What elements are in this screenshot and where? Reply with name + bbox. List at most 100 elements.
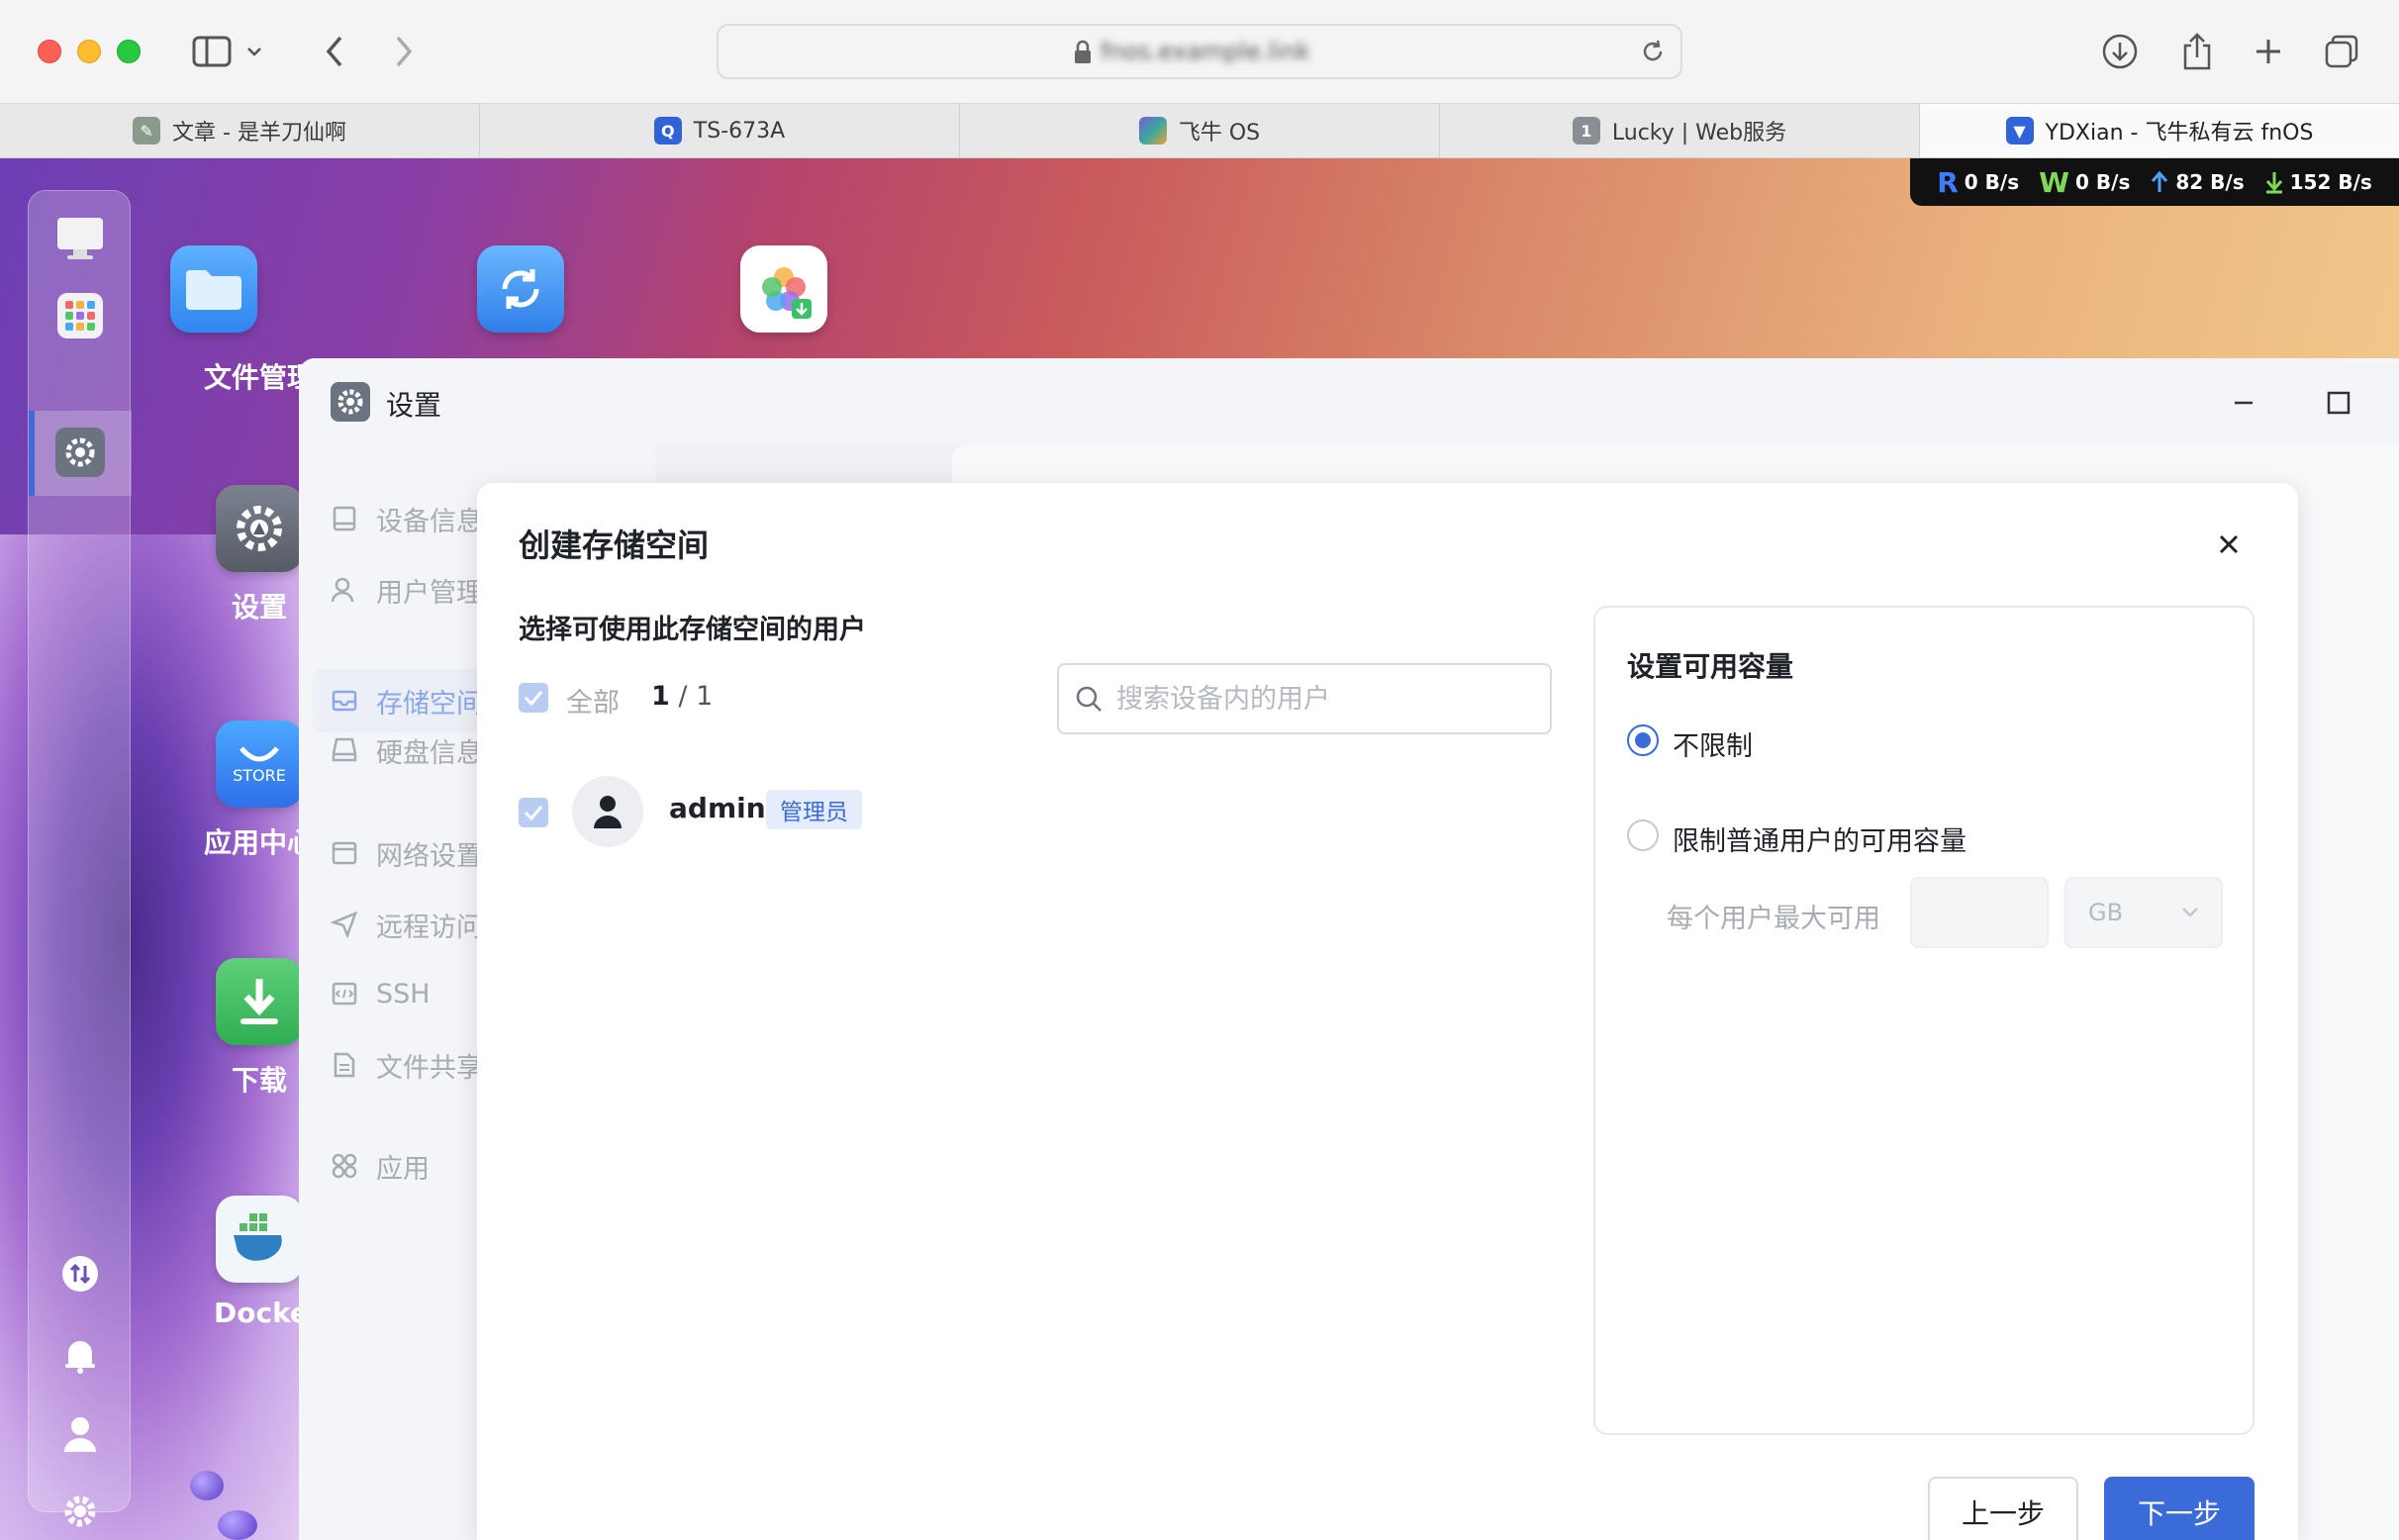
limit-radio[interactable]: [1627, 819, 1659, 851]
photos-icon: [740, 245, 827, 333]
transfer-icon[interactable]: [54, 1248, 106, 1299]
sidebar-item-users[interactable]: 用户管理: [331, 566, 483, 614]
tab-ydxian[interactable]: ▼ YDXian - 飞牛私有云 fnOS: [1920, 104, 2399, 157]
sidebar-item-apps[interactable]: 应用: [331, 1142, 430, 1190]
tab-ts673a[interactable]: Q TS-673A: [480, 104, 960, 157]
sidebar-item-file-share[interactable]: 文件共享: [331, 1041, 483, 1089]
sidebar-item-ssh[interactable]: SSH: [331, 970, 431, 1017]
maximize-icon[interactable]: [2324, 388, 2353, 424]
folder-icon: [170, 245, 257, 333]
sidebar-item-label: 文件共享: [376, 1052, 483, 1084]
share-icon[interactable]: [2169, 24, 2225, 79]
user-account-icon[interactable]: [54, 1408, 106, 1460]
tab-overview-icon[interactable]: [2314, 24, 2369, 79]
write-label: W: [2039, 165, 2070, 199]
store-text: STORE: [233, 765, 286, 785]
device-icon: [333, 506, 356, 531]
select-all-checkbox[interactable]: [519, 683, 548, 713]
write-speed: 0 B/s: [2075, 170, 2131, 194]
avatar: [572, 776, 643, 847]
users-section-title: 选择可使用此存储空间的用户: [519, 615, 866, 645]
tab-label: 文章 - 是羊刀仙啊: [172, 121, 346, 145]
unit-value: GB: [2088, 899, 2124, 926]
person-icon: [594, 796, 622, 828]
qnap-favicon: Q: [653, 117, 682, 144]
window-title: 设置: [386, 389, 442, 422]
launcher-grid-icon[interactable]: [54, 290, 106, 341]
ssh-icon: [332, 982, 357, 1006]
address-bar[interactable]: fnos.example.link: [717, 24, 1682, 79]
tab-lucky[interactable]: 1 Lucky | Web服务: [1440, 104, 1920, 157]
sidebar-item-remote[interactable]: 远程访问: [331, 901, 483, 948]
app-photos-icon[interactable]: [734, 245, 833, 346]
selection-count: 1 / 1: [651, 681, 713, 712]
apps-icon: [332, 1153, 357, 1179]
new-tab-icon[interactable]: [2241, 24, 2296, 79]
role-badge: 管理员: [766, 790, 862, 829]
chevron-down-icon[interactable]: [240, 24, 269, 79]
capacity-title: 设置可用容量: [1627, 650, 1794, 683]
chevron-down-icon: [2182, 908, 2198, 917]
speed-monitor: R0 B/s W0 B/s 82 B/s 152 B/s: [1910, 158, 2399, 206]
settings-gear-icon: [216, 485, 303, 572]
next-step-button[interactable]: 下一步: [2104, 1477, 2255, 1540]
unit-select[interactable]: GB: [2064, 877, 2223, 948]
read-label: R: [1937, 165, 1959, 199]
check-icon: [524, 691, 543, 706]
search-input[interactable]: [1116, 683, 1532, 715]
decorative-bubble: [190, 1471, 224, 1500]
sidebar-item-disks[interactable]: 硬盘信息: [331, 726, 483, 774]
unlimited-radio[interactable]: [1627, 724, 1659, 756]
upload-arrow-icon: [2152, 170, 2168, 192]
previous-step-button[interactable]: 上一步: [1928, 1477, 2078, 1540]
sidebar-item-label: 远程访问: [376, 912, 483, 943]
dock: [28, 190, 132, 1527]
forward-icon[interactable]: [376, 24, 432, 79]
lock-icon: [1073, 40, 1093, 71]
system-settings-icon[interactable]: [54, 1486, 106, 1537]
user-checkbox[interactable]: [519, 798, 548, 827]
window-close-button[interactable]: [38, 40, 61, 63]
tab-fnos[interactable]: 飞牛 OS: [960, 104, 1440, 157]
app-store-icon: STORE: [216, 721, 303, 808]
window-minimize-button[interactable]: [77, 40, 101, 63]
settings-dock-icon[interactable]: [54, 427, 106, 478]
reload-icon[interactable]: [1639, 38, 1667, 71]
download-speed: 152 B/s: [2289, 170, 2372, 194]
tab-article[interactable]: ✎ 文章 - 是羊刀仙啊: [0, 104, 480, 157]
dialog-title: 创建存储空间: [519, 527, 710, 564]
user-search-box[interactable]: [1057, 663, 1552, 734]
unlimited-label: 不限制: [1673, 731, 1753, 762]
tab-label: Lucky | Web服务: [1611, 121, 1787, 145]
tab-bar: ✎ 文章 - 是羊刀仙啊 Q TS-673A 飞牛 OS 1 Lucky | W…: [0, 103, 2399, 158]
read-speed: 0 B/s: [1964, 170, 2020, 194]
address-text: fnos.example.link: [1101, 38, 1310, 65]
sidebar-item-label: 用户管理: [376, 577, 483, 609]
sidebar-item-device-info[interactable]: 设备信息: [331, 495, 483, 542]
downloads-icon[interactable]: [2092, 24, 2148, 79]
desktop-icon[interactable]: [54, 213, 106, 264]
limit-label: 限制普通用户的可用容量: [1673, 826, 1967, 857]
select-all-label: 全部: [566, 688, 620, 719]
sidebar-item-label: 网络设置: [376, 840, 483, 872]
download-icon: [216, 958, 303, 1045]
capacity-input[interactable]: [1910, 877, 2049, 948]
user-icon: [331, 577, 354, 603]
search-icon: [1076, 686, 1102, 712]
tab-label: YDXian - 飞牛私有云 fnOS: [2045, 121, 2314, 145]
window-titlebar[interactable]: 设置: [299, 358, 2399, 445]
close-icon[interactable]: [2211, 527, 2247, 562]
tab-label: TS-673A: [693, 118, 786, 144]
minimize-icon[interactable]: [2229, 388, 2258, 424]
total-count: / 1: [678, 681, 714, 712]
notification-bell-icon[interactable]: [54, 1329, 106, 1381]
check-icon: [524, 806, 543, 820]
sync-icon: [477, 245, 564, 333]
sidebar-toggle-icon[interactable]: [184, 24, 240, 79]
app-sync-icon[interactable]: [471, 245, 570, 346]
back-icon[interactable]: [307, 24, 362, 79]
docker-icon: [216, 1196, 303, 1283]
window-zoom-button[interactable]: [117, 40, 141, 63]
app-folder-icon[interactable]: [164, 245, 263, 346]
sidebar-item-network[interactable]: 网络设置: [331, 829, 483, 877]
